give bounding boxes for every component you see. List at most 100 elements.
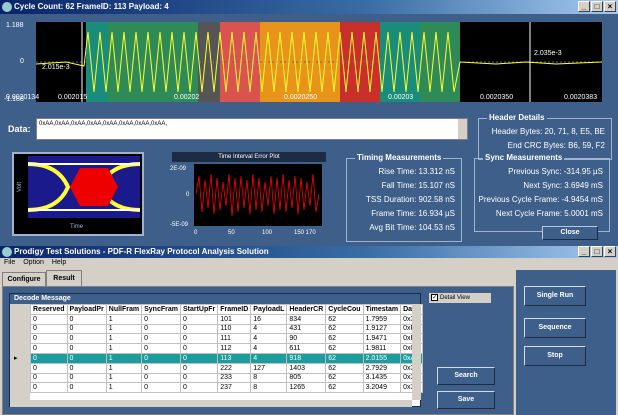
table-cell: 0 xyxy=(66,343,107,354)
table-cell: 233 xyxy=(217,372,252,384)
tie-plot[interactable]: Time Interval Error Plot 2E-09 0 -5E-09 … xyxy=(168,152,328,242)
decode-table-frame: Decode Message ▸ Reserved PayloadPr NullFr… xyxy=(9,293,423,407)
table-row[interactable]: 0 0 1 0 0 110 4 431 62 1.9127 0xF, xyxy=(30,323,423,335)
column-header[interactable]: Timestam xyxy=(362,304,402,315)
table-row[interactable]: 00100111490621.94710xFF xyxy=(30,333,423,345)
row-header-column: ▸ xyxy=(10,304,30,400)
detail-view-checkbox[interactable]: ✓ Detail View xyxy=(429,293,491,303)
table-cell: 0 xyxy=(30,313,68,325)
stop-button[interactable]: Stop xyxy=(524,346,586,366)
table-row[interactable]: 0010023781265623.20490x3E xyxy=(30,382,423,394)
table-vscrollbar[interactable] xyxy=(412,304,421,400)
tab-result[interactable]: Result xyxy=(46,270,82,286)
control-panel: Single Run Sequence Stop xyxy=(516,270,616,415)
end-crc-bytes: End CRC Bytes: B6, 59, F2 xyxy=(507,141,605,150)
tab-configure[interactable]: Configure xyxy=(2,272,46,286)
table-cell: 4 xyxy=(250,343,288,354)
single-run-button[interactable]: Single Run xyxy=(524,286,586,306)
table-cell: 112 xyxy=(217,343,252,354)
table-cell: 1 xyxy=(105,343,143,354)
table-cell: 2.0155 xyxy=(362,352,402,364)
eye-diagram[interactable]: Volt Time xyxy=(12,152,144,236)
table-row[interactable]: 001002221271403622.79290x3E xyxy=(30,362,423,374)
table-row[interactable]: 0010010116834621.79590x3E xyxy=(30,313,423,325)
column-header[interactable]: PayloadPr xyxy=(66,304,107,315)
table-cell: 0 xyxy=(66,313,107,325)
minimize-button[interactable]: _ xyxy=(578,1,590,12)
menu-option[interactable]: Option xyxy=(23,259,44,266)
sequence-button[interactable]: Sequence xyxy=(524,318,586,338)
menu-file[interactable]: File xyxy=(4,259,15,266)
column-header[interactable]: SyncFram xyxy=(141,304,181,315)
column-header[interactable]: PayloadL xyxy=(250,304,288,315)
table-cell: 0 xyxy=(141,382,181,394)
menu-help[interactable]: Help xyxy=(52,259,66,266)
table-cell: 805 xyxy=(286,372,327,384)
close-icon[interactable]: × xyxy=(604,246,616,257)
x-tick: 150 170 xyxy=(294,230,316,236)
timing-title: Timing Measurements xyxy=(355,153,444,162)
table-cell: 0 xyxy=(66,333,107,345)
eye-ylabel: Volt xyxy=(17,181,24,193)
table-cell: 16 xyxy=(250,313,288,325)
close-button[interactable]: Close xyxy=(542,226,598,240)
table-cell: 611 xyxy=(286,343,327,354)
waveform-display[interactable]: 2.015e-3 2.035e-3 xyxy=(36,22,602,102)
timing-measurements-group: Timing Measurements Rise Time: 13.312 nS… xyxy=(346,153,462,242)
maximize-button[interactable]: □ xyxy=(591,246,603,257)
app-window-title: Prodigy Test Solutions - PDF-R FlexRay P… xyxy=(14,247,269,256)
table-cell: 1 xyxy=(105,372,143,384)
row-pointer-icon: ▸ xyxy=(14,355,18,362)
column-header[interactable]: StartUpFr xyxy=(179,304,219,315)
table-cell: 0 xyxy=(179,382,219,394)
table-cell: 62 xyxy=(325,333,364,345)
decode-title: Decode Message xyxy=(10,294,420,304)
table-cell: 1 xyxy=(105,313,143,325)
table-hscrollbar[interactable] xyxy=(10,400,412,407)
tie-plot-title: Time Interval Error Plot xyxy=(172,152,326,162)
column-header[interactable]: CycleCou xyxy=(325,304,364,315)
table-cell: 62 xyxy=(325,313,364,325)
x-tick: 0.00202 xyxy=(174,94,200,101)
data-scrollbar[interactable] xyxy=(458,119,467,139)
table-row[interactable]: 0 0 1 0 0 112 4 611 62 1.9811 0x0, xyxy=(30,343,423,354)
table-cell: 111 xyxy=(217,333,252,345)
scope-pane: 2.015e-3 2.035e-3 1.188 0 -1.188 0.00201… xyxy=(0,14,618,246)
table-cell: 1.9127 xyxy=(362,323,402,335)
rise-time: Rise Time: 13.312 nS xyxy=(378,167,455,176)
save-button[interactable]: Save xyxy=(437,391,495,409)
table-cell: 4 xyxy=(250,333,288,345)
table-cell: 110 xyxy=(217,323,252,335)
search-button[interactable]: Search xyxy=(437,367,495,385)
minimize-button[interactable]: _ xyxy=(578,246,590,257)
y-top-label: 1.188 xyxy=(6,22,24,29)
table-row[interactable]: 001001134918622.01550xAA xyxy=(30,352,423,364)
table-cell: 2.7929 xyxy=(362,362,402,374)
column-header[interactable]: Reserved xyxy=(30,304,68,315)
menu-bar: File Option Help xyxy=(0,258,618,268)
table-cell: 8 xyxy=(250,372,288,384)
frame-time: Frame Time: 16.934 µS xyxy=(371,209,455,218)
decode-table[interactable]: Reserved PayloadPr NullFram SyncFram StartUp… xyxy=(30,304,423,394)
table-cell: 62 xyxy=(325,343,364,354)
column-header[interactable]: NullFram xyxy=(105,304,143,315)
table-cell: 1265 xyxy=(286,382,327,394)
table-cell: 0 xyxy=(30,372,68,384)
table-cell: 0 xyxy=(66,382,107,394)
x-tick: 0.002015 xyxy=(58,94,88,101)
x-tick: 50 xyxy=(228,230,235,236)
table-cell: 0 xyxy=(141,313,181,325)
previous-cycle-frame: Previous Cycle Frame: -4.9454 mS xyxy=(478,195,604,204)
table-cell: 1.7959 xyxy=(362,313,402,325)
table-cell: 1403 xyxy=(286,362,327,374)
column-header[interactable]: HeaderCR xyxy=(286,304,327,315)
table-cell: 0 xyxy=(141,323,181,335)
tie-plot-area xyxy=(194,164,322,226)
result-panel: Decode Message ▸ Reserved PayloadPr NullFr… xyxy=(2,286,514,415)
maximize-button[interactable]: □ xyxy=(591,1,603,12)
table-row[interactable]: 001002338805623.14350x3E xyxy=(30,372,423,384)
close-icon[interactable]: × xyxy=(604,1,616,12)
column-header[interactable]: FrameID xyxy=(217,304,252,315)
table-cell: 0 xyxy=(66,352,107,364)
data-field[interactable]: 0xAA,0xAA,0xAA,0xAA,0xAA,0xAA,0xAA,0xAA, xyxy=(36,118,468,140)
